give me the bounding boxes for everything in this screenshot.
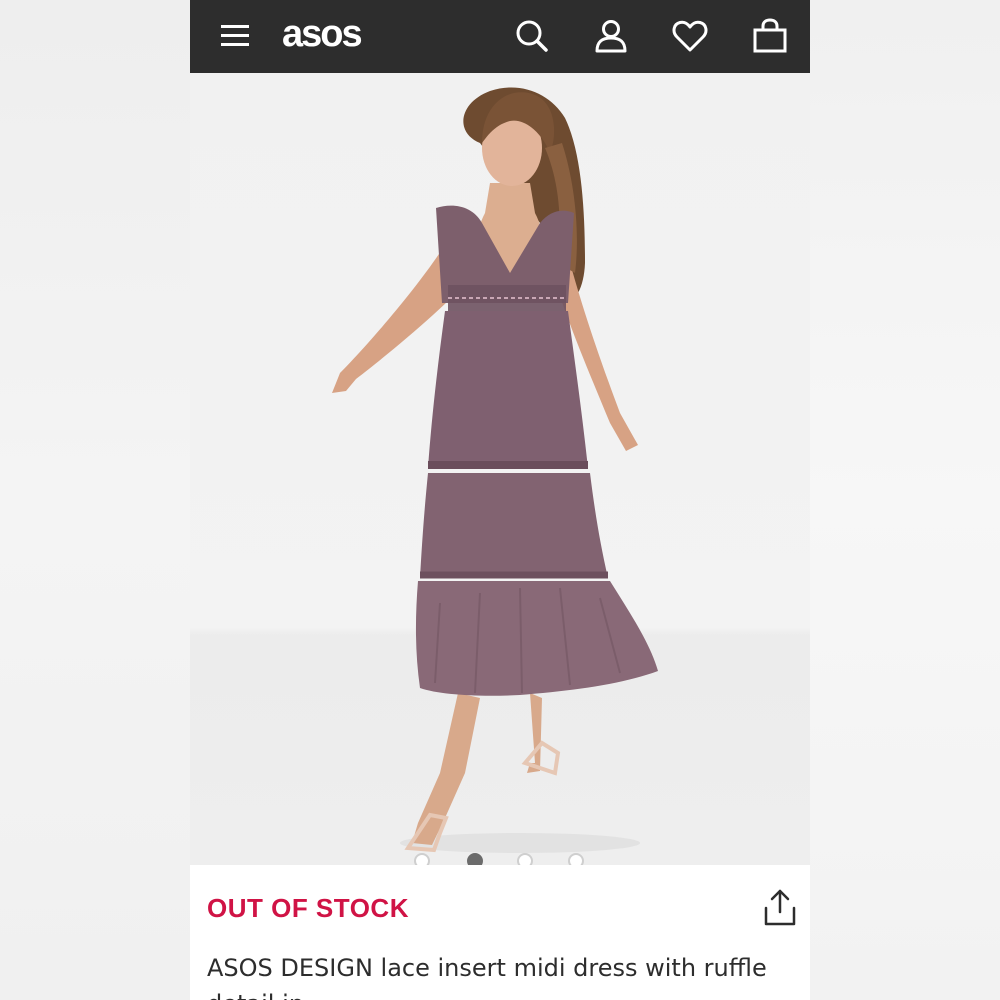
asos-logo[interactable]: asos — [282, 12, 363, 56]
gallery-dot-3[interactable] — [517, 853, 533, 865]
account-icon[interactable] — [591, 16, 631, 56]
heart-icon[interactable] — [670, 16, 710, 56]
stock-status: OUT OF STOCK — [207, 893, 409, 923]
gallery-dot-2[interactable] — [467, 853, 483, 865]
background-left — [0, 0, 190, 1000]
gallery-pagination — [190, 853, 810, 865]
hamburger-menu-icon[interactable] — [215, 16, 255, 56]
product-image-gallery[interactable] — [190, 73, 810, 865]
gallery-dot-4[interactable] — [568, 853, 584, 865]
background-right — [810, 0, 1000, 1000]
gallery-dot-1[interactable] — [414, 853, 430, 865]
share-icon[interactable] — [762, 888, 798, 928]
product-image — [332, 87, 658, 853]
bag-icon[interactable] — [750, 16, 790, 56]
search-icon[interactable] — [512, 16, 552, 56]
product-title: ASOS DESIGN lace insert midi dress with … — [207, 954, 767, 1000]
top-navigation-bar: asos — [190, 0, 810, 73]
phone-screen: asos OUT OF STOCK ASOS DESIGN lace inser… — [190, 0, 810, 1000]
